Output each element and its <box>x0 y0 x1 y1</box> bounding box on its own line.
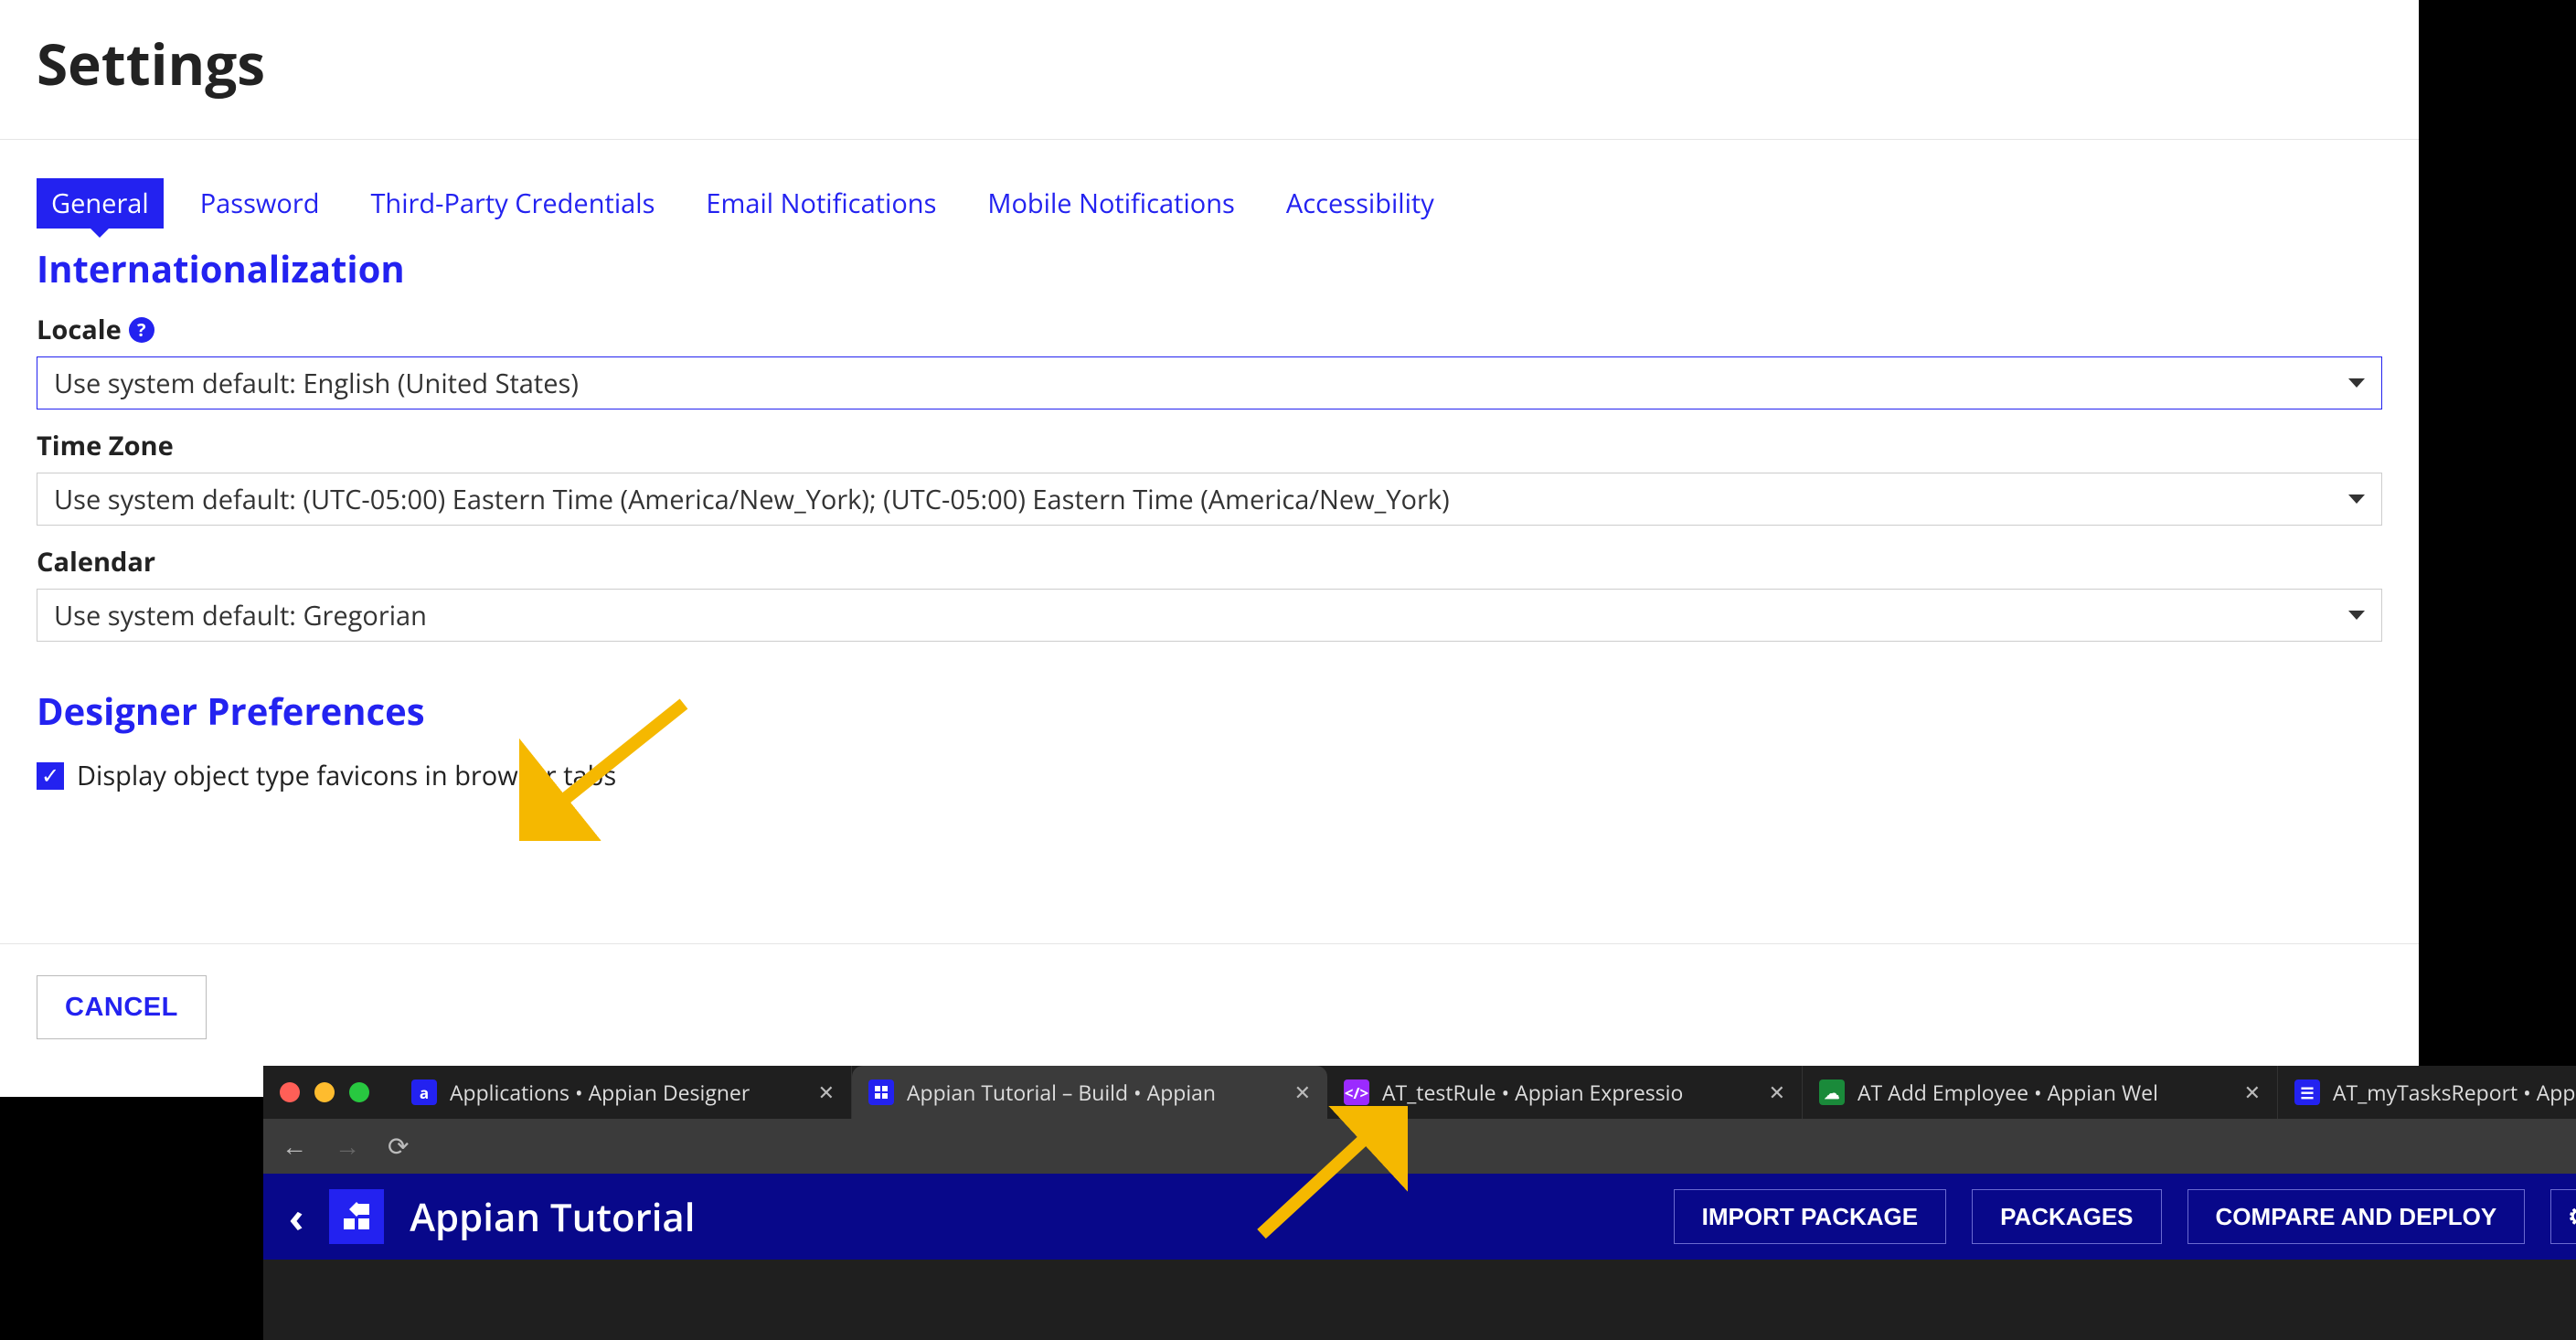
back-icon[interactable]: ← <box>282 1129 307 1164</box>
appian-header: ‹ Appian Tutorial IMPORT PACKAGE PACKAGE… <box>263 1174 2576 1260</box>
close-tab-icon[interactable]: ✕ <box>818 1079 835 1106</box>
locale-field: Locale ? Use system default: English (Un… <box>0 293 2419 409</box>
favicon-checkbox-row[interactable]: ✓ Display object type favicons in browse… <box>0 736 2419 815</box>
browser-tab-label: Applications • Appian Designer <box>450 1078 750 1107</box>
back-button[interactable]: ‹ <box>289 1189 303 1244</box>
window-traffic-lights <box>280 1082 369 1102</box>
locale-label: Locale <box>37 312 122 347</box>
browser-tab-tutorial[interactable]: Appian Tutorial – Build • Appian ✕ <box>852 1066 1327 1119</box>
reload-icon[interactable]: ⟳ <box>388 1129 409 1164</box>
browser-tab-label: AT_myTasksReport • Appian Int <box>2333 1078 2576 1107</box>
close-tab-icon[interactable]: ✕ <box>1294 1079 1311 1106</box>
favicon-checkbox[interactable]: ✓ <box>37 762 64 790</box>
calendar-field: Calendar Use system default: Gregorian <box>0 526 2419 642</box>
browser-window: a Applications • Appian Designer ✕ Appia… <box>263 1066 2576 1340</box>
internationalization-heading: Internationalization <box>0 229 2419 293</box>
browser-toolbar: ← → ⟳ ⇪ <box>263 1119 2576 1174</box>
code-favicon-icon: </> <box>1344 1079 1369 1105</box>
designer-preferences-heading: Designer Preferences <box>0 642 2419 736</box>
tab-accessibility[interactable]: Accessibility <box>1272 178 1449 229</box>
locale-select[interactable]: Use system default: English (United Stat… <box>37 356 2382 409</box>
calendar-value: Use system default: Gregorian <box>54 598 427 633</box>
minimize-window-icon[interactable] <box>314 1082 335 1102</box>
tab-email-notifications[interactable]: Email Notifications <box>691 178 951 229</box>
tab-general[interactable]: General <box>37 178 164 229</box>
app-title: Appian Tutorial <box>410 1191 695 1243</box>
grid-favicon-icon <box>868 1079 894 1105</box>
browser-tab-tasks-report[interactable]: ☰ AT_myTasksReport • Appian Int ✕ <box>2278 1066 2576 1119</box>
close-tab-icon[interactable]: ✕ <box>1769 1079 1785 1106</box>
settings-panel: Settings General Password Third-Party Cr… <box>0 0 2419 1097</box>
chevron-down-icon <box>2348 495 2365 504</box>
favicon-checkbox-label: Display object type favicons in browser … <box>77 758 616 793</box>
compare-deploy-button[interactable]: COMPARE AND DEPLOY <box>2187 1189 2526 1244</box>
calendar-select[interactable]: Use system default: Gregorian <box>37 589 2382 642</box>
forward-icon[interactable]: → <box>335 1129 360 1164</box>
timezone-select[interactable]: Use system default: (UTC-05:00) Eastern … <box>37 473 2382 526</box>
cancel-button[interactable]: CANCEL <box>37 975 207 1039</box>
timezone-label: Time Zone <box>37 428 174 463</box>
browser-tab-label: AT Add Employee • Appian Wel <box>1857 1078 2158 1107</box>
browser-tabstrip: a Applications • Appian Designer ✕ Appia… <box>263 1066 2576 1119</box>
timezone-field: Time Zone Use system default: (UTC-05:00… <box>0 409 2419 526</box>
chevron-down-icon <box>2348 378 2365 388</box>
close-window-icon[interactable] <box>280 1082 300 1102</box>
maximize-window-icon[interactable] <box>349 1082 369 1102</box>
close-tab-icon[interactable]: ✕ <box>2244 1079 2261 1106</box>
list-favicon-icon: ☰ <box>2294 1079 2320 1105</box>
app-grid-icon[interactable] <box>329 1189 384 1244</box>
browser-tab-add-employee[interactable]: ☁ AT Add Employee • Appian Wel ✕ <box>1803 1066 2278 1119</box>
cloud-favicon-icon: ☁ <box>1819 1079 1845 1105</box>
browser-tab-label: Appian Tutorial – Build • Appian <box>907 1078 1216 1107</box>
import-package-button[interactable]: IMPORT PACKAGE <box>1674 1189 1946 1244</box>
appian-favicon-icon: a <box>411 1079 437 1105</box>
chevron-down-icon <box>2348 611 2365 620</box>
tab-mobile-notifications[interactable]: Mobile Notifications <box>973 178 1249 229</box>
settings-gear-button[interactable]: ⚙ <box>2550 1189 2576 1244</box>
calendar-label: Calendar <box>37 544 155 580</box>
locale-value: Use system default: English (United Stat… <box>54 366 579 401</box>
browser-tab-applications[interactable]: a Applications • Appian Designer ✕ <box>395 1066 852 1119</box>
help-icon[interactable]: ? <box>129 317 154 343</box>
packages-button[interactable]: PACKAGES <box>1972 1189 2161 1244</box>
gear-icon: ⚙ <box>2568 1203 2576 1231</box>
page-title: Settings <box>0 0 2419 139</box>
browser-tab-label: AT_testRule • Appian Expressio <box>1382 1078 1683 1107</box>
settings-tabs: General Password Third-Party Credentials… <box>0 140 2419 229</box>
browser-tab-testrule[interactable]: </> AT_testRule • Appian Expressio ✕ <box>1327 1066 1803 1119</box>
tab-password[interactable]: Password <box>186 178 335 229</box>
tab-third-party-credentials[interactable]: Third-Party Credentials <box>356 178 669 229</box>
timezone-value: Use system default: (UTC-05:00) Eastern … <box>54 482 1450 517</box>
